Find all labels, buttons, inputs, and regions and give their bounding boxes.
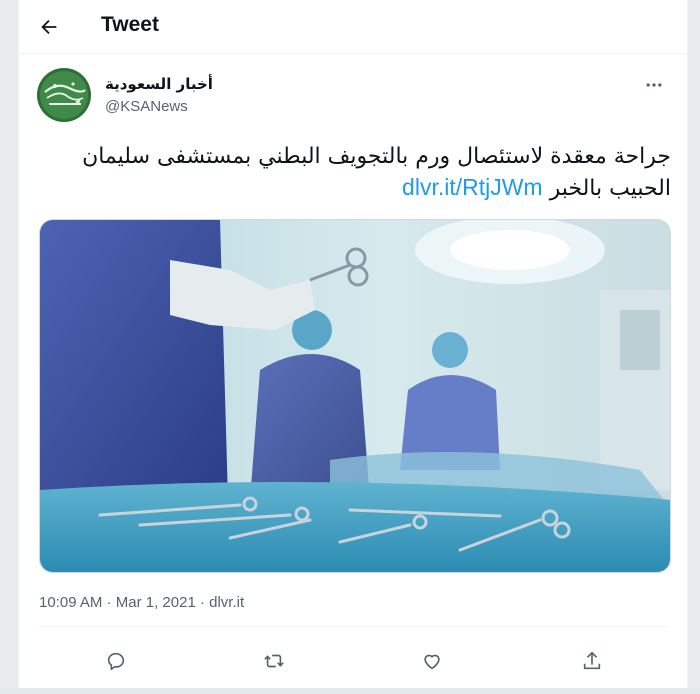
tweet-meta: 10:09 AM · Mar 1, 2021 · dlvr.it (39, 594, 244, 611)
avatar[interactable] (37, 68, 91, 122)
tweet-time[interactable]: 10:09 AM (39, 594, 102, 611)
tweet-media-image[interactable] (39, 219, 671, 573)
reply-icon (107, 652, 125, 671)
back-button[interactable] (33, 11, 65, 43)
heart-icon (424, 654, 440, 670)
ksa-news-logo (37, 68, 91, 122)
page-bottom-edge (0, 688, 700, 694)
more-horizontal-icon (646, 83, 662, 87)
author-name[interactable]: أخبار السعودية (105, 75, 213, 93)
share-icon (583, 651, 601, 670)
more-options-button[interactable] (639, 70, 669, 100)
author-handle[interactable]: @KSANews (105, 98, 188, 115)
meta-separator-2: · (199, 594, 205, 611)
tweet-date[interactable]: Mar 1, 2021 (116, 594, 196, 611)
tweet-actions-bar (19, 640, 687, 680)
tweet-link[interactable]: dlvr.it/RtjJWm (402, 174, 543, 200)
meta-separator: · (106, 594, 112, 611)
retweet-icon (264, 654, 284, 668)
retweet-button[interactable] (257, 644, 291, 678)
page-title: Tweet (101, 13, 159, 36)
tweet-source[interactable]: dlvr.it (209, 594, 244, 611)
tweet-text-body: جراحة معقدة لاستئصال ورم بالتجويف البطني… (82, 144, 671, 201)
tweet-header: Tweet (19, 0, 687, 54)
surgery-photo (40, 220, 670, 572)
divider (39, 626, 667, 627)
tweet-page: Tweet أخبار السعودية @KSANews جراحة معقد… (18, 0, 688, 694)
arrow-left-icon (41, 19, 57, 35)
reply-button[interactable] (99, 644, 133, 678)
share-button[interactable] (575, 644, 609, 678)
tweet-text: جراحة معقدة لاستئصال ورم بالتجويف البطني… (57, 142, 671, 204)
like-button[interactable] (415, 644, 449, 678)
